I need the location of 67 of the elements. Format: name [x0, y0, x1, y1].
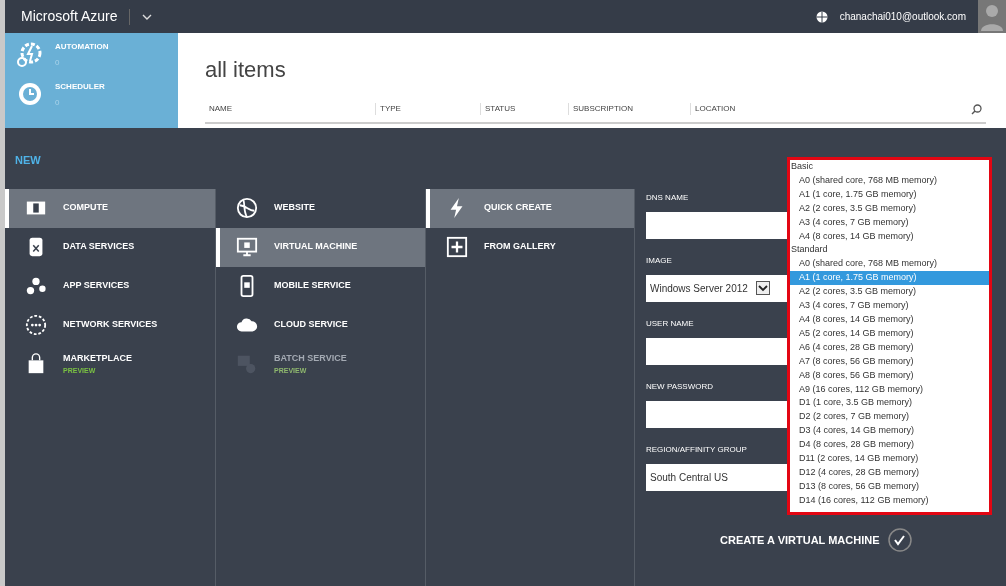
checkmark-icon[interactable]	[887, 528, 912, 552]
dropdown-option[interactable]: A0 (shared core, 768 MB memory)	[790, 257, 989, 272]
column-header[interactable]: SUBSCRIPTION	[568, 103, 690, 115]
gears-icon	[25, 275, 47, 297]
plus-box-icon	[446, 236, 468, 258]
menu-item[interactable]: APP SERVICES	[5, 266, 215, 306]
dropdown-option[interactable]: A4 (8 cores, 14 GB memory)	[790, 229, 989, 244]
menu-item[interactable]: VIRTUAL MACHINE	[216, 227, 425, 267]
dropdown-option[interactable]: D2 (2 cores, 7 GB memory)	[790, 410, 989, 425]
account-email[interactable]: chanachai010@outlook.com	[839, 9, 966, 24]
dropdown-option[interactable]: A6 (4 cores, 28 GB memory)	[790, 340, 989, 355]
field-label: IMAGE	[646, 254, 672, 267]
field-label: USER NAME	[646, 317, 694, 330]
dropdown-option[interactable]: A9 (16 cores, 112 GB memory)	[790, 382, 989, 397]
dropdown-option[interactable]: A2 (2 cores, 3.5 GB memory)	[790, 201, 989, 216]
dropdown-option[interactable]: D14 (16 cores, 112 GB memory)	[790, 493, 989, 508]
column-header[interactable]: NAME	[205, 103, 375, 115]
column-header[interactable]: TYPE	[375, 103, 480, 115]
dropdown-option[interactable]: A4 (8 cores, 14 GB memory)	[790, 312, 989, 327]
menu-item-label: MOBILE SERVICE	[274, 279, 351, 293]
field-label: NEW PASSWORD	[646, 380, 713, 393]
create-button[interactable]: CREATE A VIRTUAL MACHINE	[720, 531, 880, 549]
menu-item[interactable]: COMPUTE	[5, 188, 215, 228]
column-header[interactable]: LOCATION	[690, 103, 971, 115]
menu-item-label: COMPUTE	[63, 201, 108, 215]
option-group-label: Basic	[790, 160, 814, 173]
brand-name: Microsoft Azure	[21, 7, 118, 26]
menu-item-label: DATA SERVICES	[63, 240, 135, 254]
network-icon	[25, 314, 47, 336]
menu-item-label: NETWORK SERVICES	[63, 318, 158, 332]
dropdown-option[interactable]: A0 (shared core, 768 MB memory)	[790, 173, 989, 188]
menu-item[interactable]: QUICK CREATE	[426, 188, 634, 228]
monitor-icon	[236, 236, 258, 258]
dropdown-option[interactable]: D3 (4 cores, 14 GB memory)	[790, 424, 989, 439]
menu-item[interactable]: CLOUD SERVICE	[216, 305, 425, 345]
menu-item-label: QUICK CREATE	[484, 201, 552, 215]
menu-item-label: WEBSITE	[274, 201, 315, 215]
dropdown-option[interactable]: A8 (8 cores, 56 GB memory)	[790, 368, 989, 383]
menu-item-label: APP SERVICES	[63, 279, 130, 293]
dropdown-option[interactable]: A3 (4 cores, 7 GB memory)	[790, 299, 989, 313]
menu-item-label: MARKETPLACE	[63, 352, 132, 365]
menu-item[interactable]: NETWORK SERVICES	[5, 305, 215, 345]
dropdown-option[interactable]: A5 (2 cores, 14 GB memory)	[790, 326, 989, 341]
menu-item[interactable]: FROM GALLERY	[426, 227, 634, 267]
menu-item-label: BATCH SERVICE	[274, 352, 347, 365]
column-header[interactable]: STATUS	[480, 103, 568, 115]
menu-item[interactable]: WEBSITE	[216, 188, 425, 228]
chevron-down-icon[interactable]	[142, 13, 153, 20]
field-label: REGION/AFFINITY GROUP	[646, 443, 747, 456]
menu-item[interactable]: DATA SERVICES	[5, 227, 215, 267]
menu-item[interactable]: MOBILE SERVICE	[216, 266, 425, 306]
menu-item-label: CLOUD SERVICE	[274, 318, 348, 332]
option-group-label: Standard	[790, 243, 829, 257]
menu-item-label: VIRTUAL MACHINE	[274, 240, 358, 254]
search-icon[interactable]	[971, 103, 982, 115]
dropdown-option[interactable]: D4 (8 cores, 28 GB memory)	[790, 438, 989, 453]
dropdown-option[interactable]: A1 (1 core, 1.75 GB memory)	[790, 187, 989, 202]
dropdown-option[interactable]: D1 (1 core, 3.5 GB memory)	[790, 396, 989, 411]
menu-item-label: FROM GALLERY	[484, 240, 556, 254]
globe-icon	[236, 197, 258, 219]
dropdown-option[interactable]: D11 (2 cores, 14 GB memory)	[790, 452, 989, 466]
panel-title: NEW	[15, 153, 41, 168]
page-title: all items	[205, 56, 287, 84]
globe-icon[interactable]	[815, 10, 828, 23]
field-label: DNS NAME	[646, 191, 689, 204]
dropdown-option[interactable]: A7 (8 cores, 56 GB memory)	[790, 354, 989, 369]
dropdown-option[interactable]: A3 (4 cores, 7 GB memory)	[790, 215, 989, 230]
